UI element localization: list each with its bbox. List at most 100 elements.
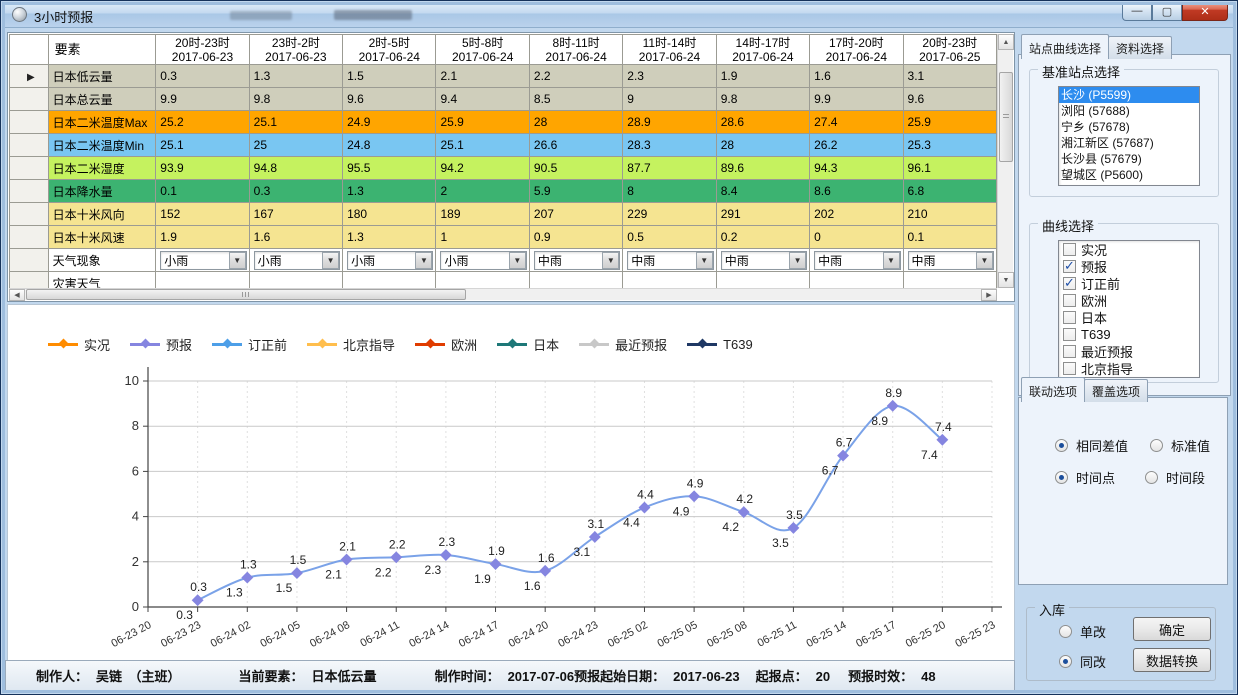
table-cell[interactable]: 3.1 [903,65,996,88]
weather-dropdown[interactable]: 中雨▼ [814,251,900,270]
table-cell[interactable] [529,272,622,289]
table-cell[interactable]: 25.1 [156,134,249,157]
curve-option[interactable]: 日本 [1059,309,1199,326]
row-selector[interactable] [10,180,49,203]
curve-option[interactable]: 预报 [1059,258,1199,275]
table-cell[interactable]: 0.1 [156,180,249,203]
table-cell[interactable] [623,272,716,289]
table-cell[interactable]: 1.3 [249,65,342,88]
table-cell[interactable]: 9.9 [810,88,903,111]
table-cell[interactable]: 1.3 [343,226,436,249]
table-cell[interactable]: 26.6 [529,134,622,157]
table-cell[interactable]: 87.7 [623,157,716,180]
checkbox-icon[interactable] [1063,260,1076,273]
table-cell[interactable]: 152 [156,203,249,226]
table-cell[interactable]: 89.6 [716,157,809,180]
table-cell[interactable]: 25.1 [436,134,529,157]
grid-vertical-scrollbar[interactable]: ▲ ▼ [997,34,1013,288]
weather-dropdown[interactable]: 小雨▼ [440,251,526,270]
table-cell[interactable] [716,272,809,289]
table-cell[interactable]: 202 [810,203,903,226]
table-cell[interactable] [343,272,436,289]
curve-option[interactable]: 最近预报 [1059,343,1199,360]
radio-icon[interactable] [1150,439,1163,452]
radio-icon[interactable] [1059,655,1072,668]
table-cell[interactable]: 2.1 [436,65,529,88]
table-cell[interactable]: 28 [529,111,622,134]
table-cell[interactable] [156,272,249,289]
table-cell[interactable]: 28.9 [623,111,716,134]
maximize-button[interactable]: ▢ [1152,2,1182,21]
station-list-item[interactable]: 望城区 (P5600) [1059,167,1199,183]
table-cell[interactable]: 180 [343,203,436,226]
row-selector[interactable] [10,111,49,134]
checkbox-icon[interactable] [1063,243,1076,256]
curve-option[interactable]: 实况 [1059,241,1199,258]
radio-icon[interactable] [1145,471,1158,484]
row-selector[interactable]: ▶ [10,65,49,88]
station-list-item[interactable]: 长沙 (P5599) [1059,87,1199,103]
radio-icon[interactable] [1055,439,1068,452]
chevron-down-icon[interactable]: ▼ [509,252,526,269]
chevron-down-icon[interactable]: ▼ [883,252,900,269]
table-cell[interactable]: 1.6 [249,226,342,249]
checkbox-icon[interactable] [1063,345,1076,358]
table-cell[interactable]: 0.9 [529,226,622,249]
table-cell[interactable]: 25.1 [249,111,342,134]
chevron-down-icon[interactable]: ▼ [602,252,619,269]
table-cell[interactable]: 167 [249,203,342,226]
grid-horizontal-scrollbar[interactable]: ◀ ▶ [9,288,997,300]
table-cell[interactable]: 9.4 [436,88,529,111]
chevron-down-icon[interactable]: ▼ [976,252,993,269]
table-cell[interactable]: 8.5 [529,88,622,111]
scrollbar-thumb[interactable] [999,72,1013,162]
table-cell[interactable]: 0.1 [903,226,996,249]
table-cell[interactable]: 小雨▼ [156,249,249,272]
weather-dropdown[interactable]: 中雨▼ [908,251,994,270]
weather-dropdown[interactable]: 小雨▼ [254,251,340,270]
table-cell[interactable]: 94.8 [249,157,342,180]
table-cell[interactable]: 90.5 [529,157,622,180]
table-cell[interactable]: 9.8 [249,88,342,111]
table-cell[interactable]: 25 [249,134,342,157]
table-cell[interactable]: 0.5 [623,226,716,249]
table-cell[interactable]: 0 [810,226,903,249]
table-cell[interactable]: 2 [436,180,529,203]
table-cell[interactable]: 0.3 [249,180,342,203]
checkbox-icon[interactable] [1063,277,1076,290]
row-selector[interactable] [10,88,49,111]
table-cell[interactable]: 0.2 [716,226,809,249]
station-list-item[interactable]: 浏阳 (57688) [1059,103,1199,119]
table-cell[interactable]: 24.8 [343,134,436,157]
table-cell[interactable]: 24.9 [343,111,436,134]
table-cell[interactable]: 9.6 [903,88,996,111]
tab-资料选择[interactable]: 资料选择 [1108,36,1172,59]
weather-dropdown[interactable]: 中雨▼ [721,251,807,270]
table-cell[interactable]: 25.9 [903,111,996,134]
table-cell[interactable]: 中雨▼ [903,249,996,272]
table-cell[interactable]: 93.9 [156,157,249,180]
row-selector[interactable] [10,203,49,226]
table-cell[interactable]: 95.5 [343,157,436,180]
chevron-down-icon[interactable]: ▼ [696,252,713,269]
weather-dropdown[interactable]: 小雨▼ [160,251,246,270]
table-cell[interactable]: 210 [903,203,996,226]
weather-dropdown[interactable]: 小雨▼ [347,251,433,270]
curve-option[interactable]: T639 [1059,326,1199,343]
chevron-down-icon[interactable]: ▼ [789,252,806,269]
radio-icon[interactable] [1059,625,1072,638]
curve-option[interactable]: 北京指导 [1059,360,1199,377]
tab-联动选项[interactable]: 联动选项 [1021,377,1085,402]
table-cell[interactable]: 25.9 [436,111,529,134]
table-cell[interactable] [903,272,996,289]
table-cell[interactable]: 9.9 [156,88,249,111]
minimize-button[interactable]: — [1122,2,1152,21]
row-selector[interactable] [10,249,49,272]
confirm-button[interactable]: 确定 [1133,617,1211,641]
data-convert-button[interactable]: 数据转换 [1133,648,1211,672]
table-cell[interactable]: 1.6 [810,65,903,88]
table-cell[interactable]: 26.2 [810,134,903,157]
table-cell[interactable]: 189 [436,203,529,226]
table-cell[interactable]: 27.4 [810,111,903,134]
table-cell[interactable]: 6.8 [903,180,996,203]
